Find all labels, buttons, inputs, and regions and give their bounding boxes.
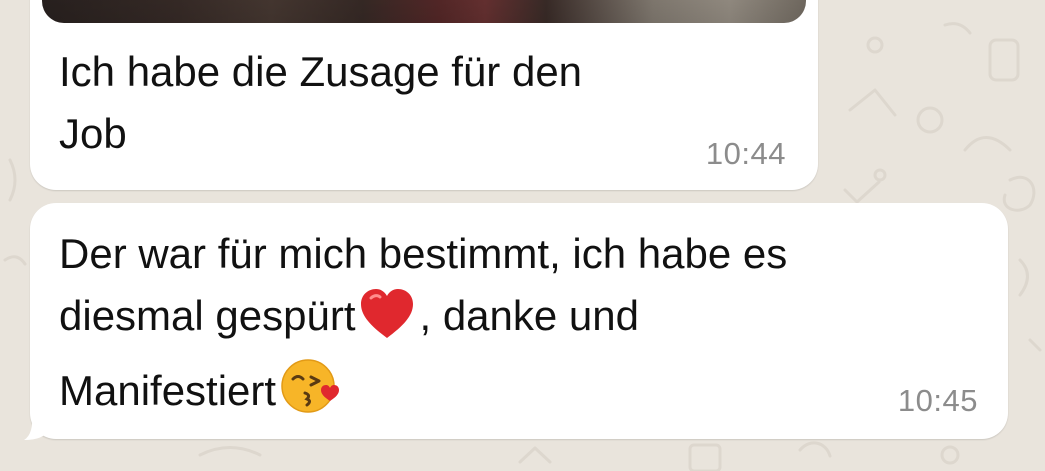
- red-heart-icon: [359, 288, 415, 357]
- bubble-tail: [24, 410, 48, 440]
- message-timestamp: 10:44: [705, 136, 786, 171]
- face-blowing-kiss-icon: [280, 357, 342, 432]
- message-text: Ich habe die Zusage für den Job: [59, 48, 583, 157]
- message-bubble-received[interactable]: Ich habe die Zusage für den Job 10:44: [30, 0, 818, 190]
- message-text: Der war für mich bestimmt, ich habe es di…: [59, 223, 959, 432]
- message-timestamp: 10:45: [897, 383, 978, 418]
- message-bubble-received[interactable]: Der war für mich bestimmt, ich habe es di…: [30, 203, 1008, 439]
- message-image-thumbnail[interactable]: [42, 0, 806, 23]
